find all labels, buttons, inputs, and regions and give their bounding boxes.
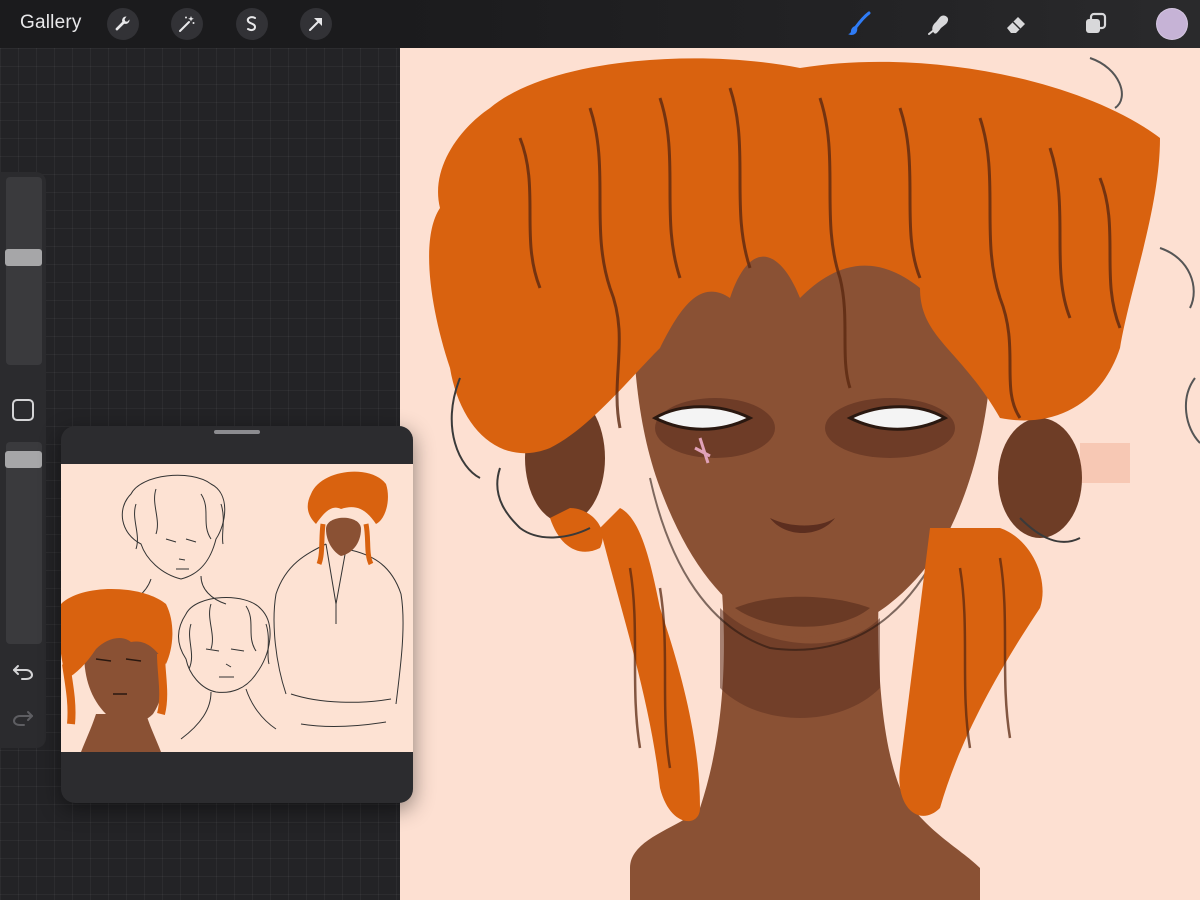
brush-size-slider[interactable] [6,177,42,365]
current-color-swatch[interactable] [1156,8,1188,40]
brush-icon[interactable] [842,7,876,41]
reference-sketches [61,464,413,752]
top-toolbar: Gallery [0,0,1200,48]
eraser-icon[interactable] [1000,7,1034,41]
artwork [400,48,1200,900]
reference-window[interactable] [61,426,413,803]
modify-button[interactable] [12,399,34,421]
reference-drag-handle[interactable] [214,430,260,434]
transform-arrow-icon[interactable] [300,8,332,40]
layers-icon[interactable] [1079,7,1113,41]
magic-wand-icon[interactable] [171,8,203,40]
undo-icon[interactable] [10,660,36,684]
selection-icon[interactable] [236,8,268,40]
sidebar [0,172,46,748]
gallery-button[interactable]: Gallery [20,12,82,34]
brush-size-thumb[interactable] [5,248,42,266]
drawing-canvas[interactable] [400,48,1200,900]
wrench-icon[interactable] [107,8,139,40]
opacity-slider[interactable] [6,442,42,644]
redo-icon[interactable] [10,706,36,730]
smudge-icon[interactable] [922,7,956,41]
opacity-thumb[interactable] [5,451,42,469]
reference-image [61,464,413,752]
